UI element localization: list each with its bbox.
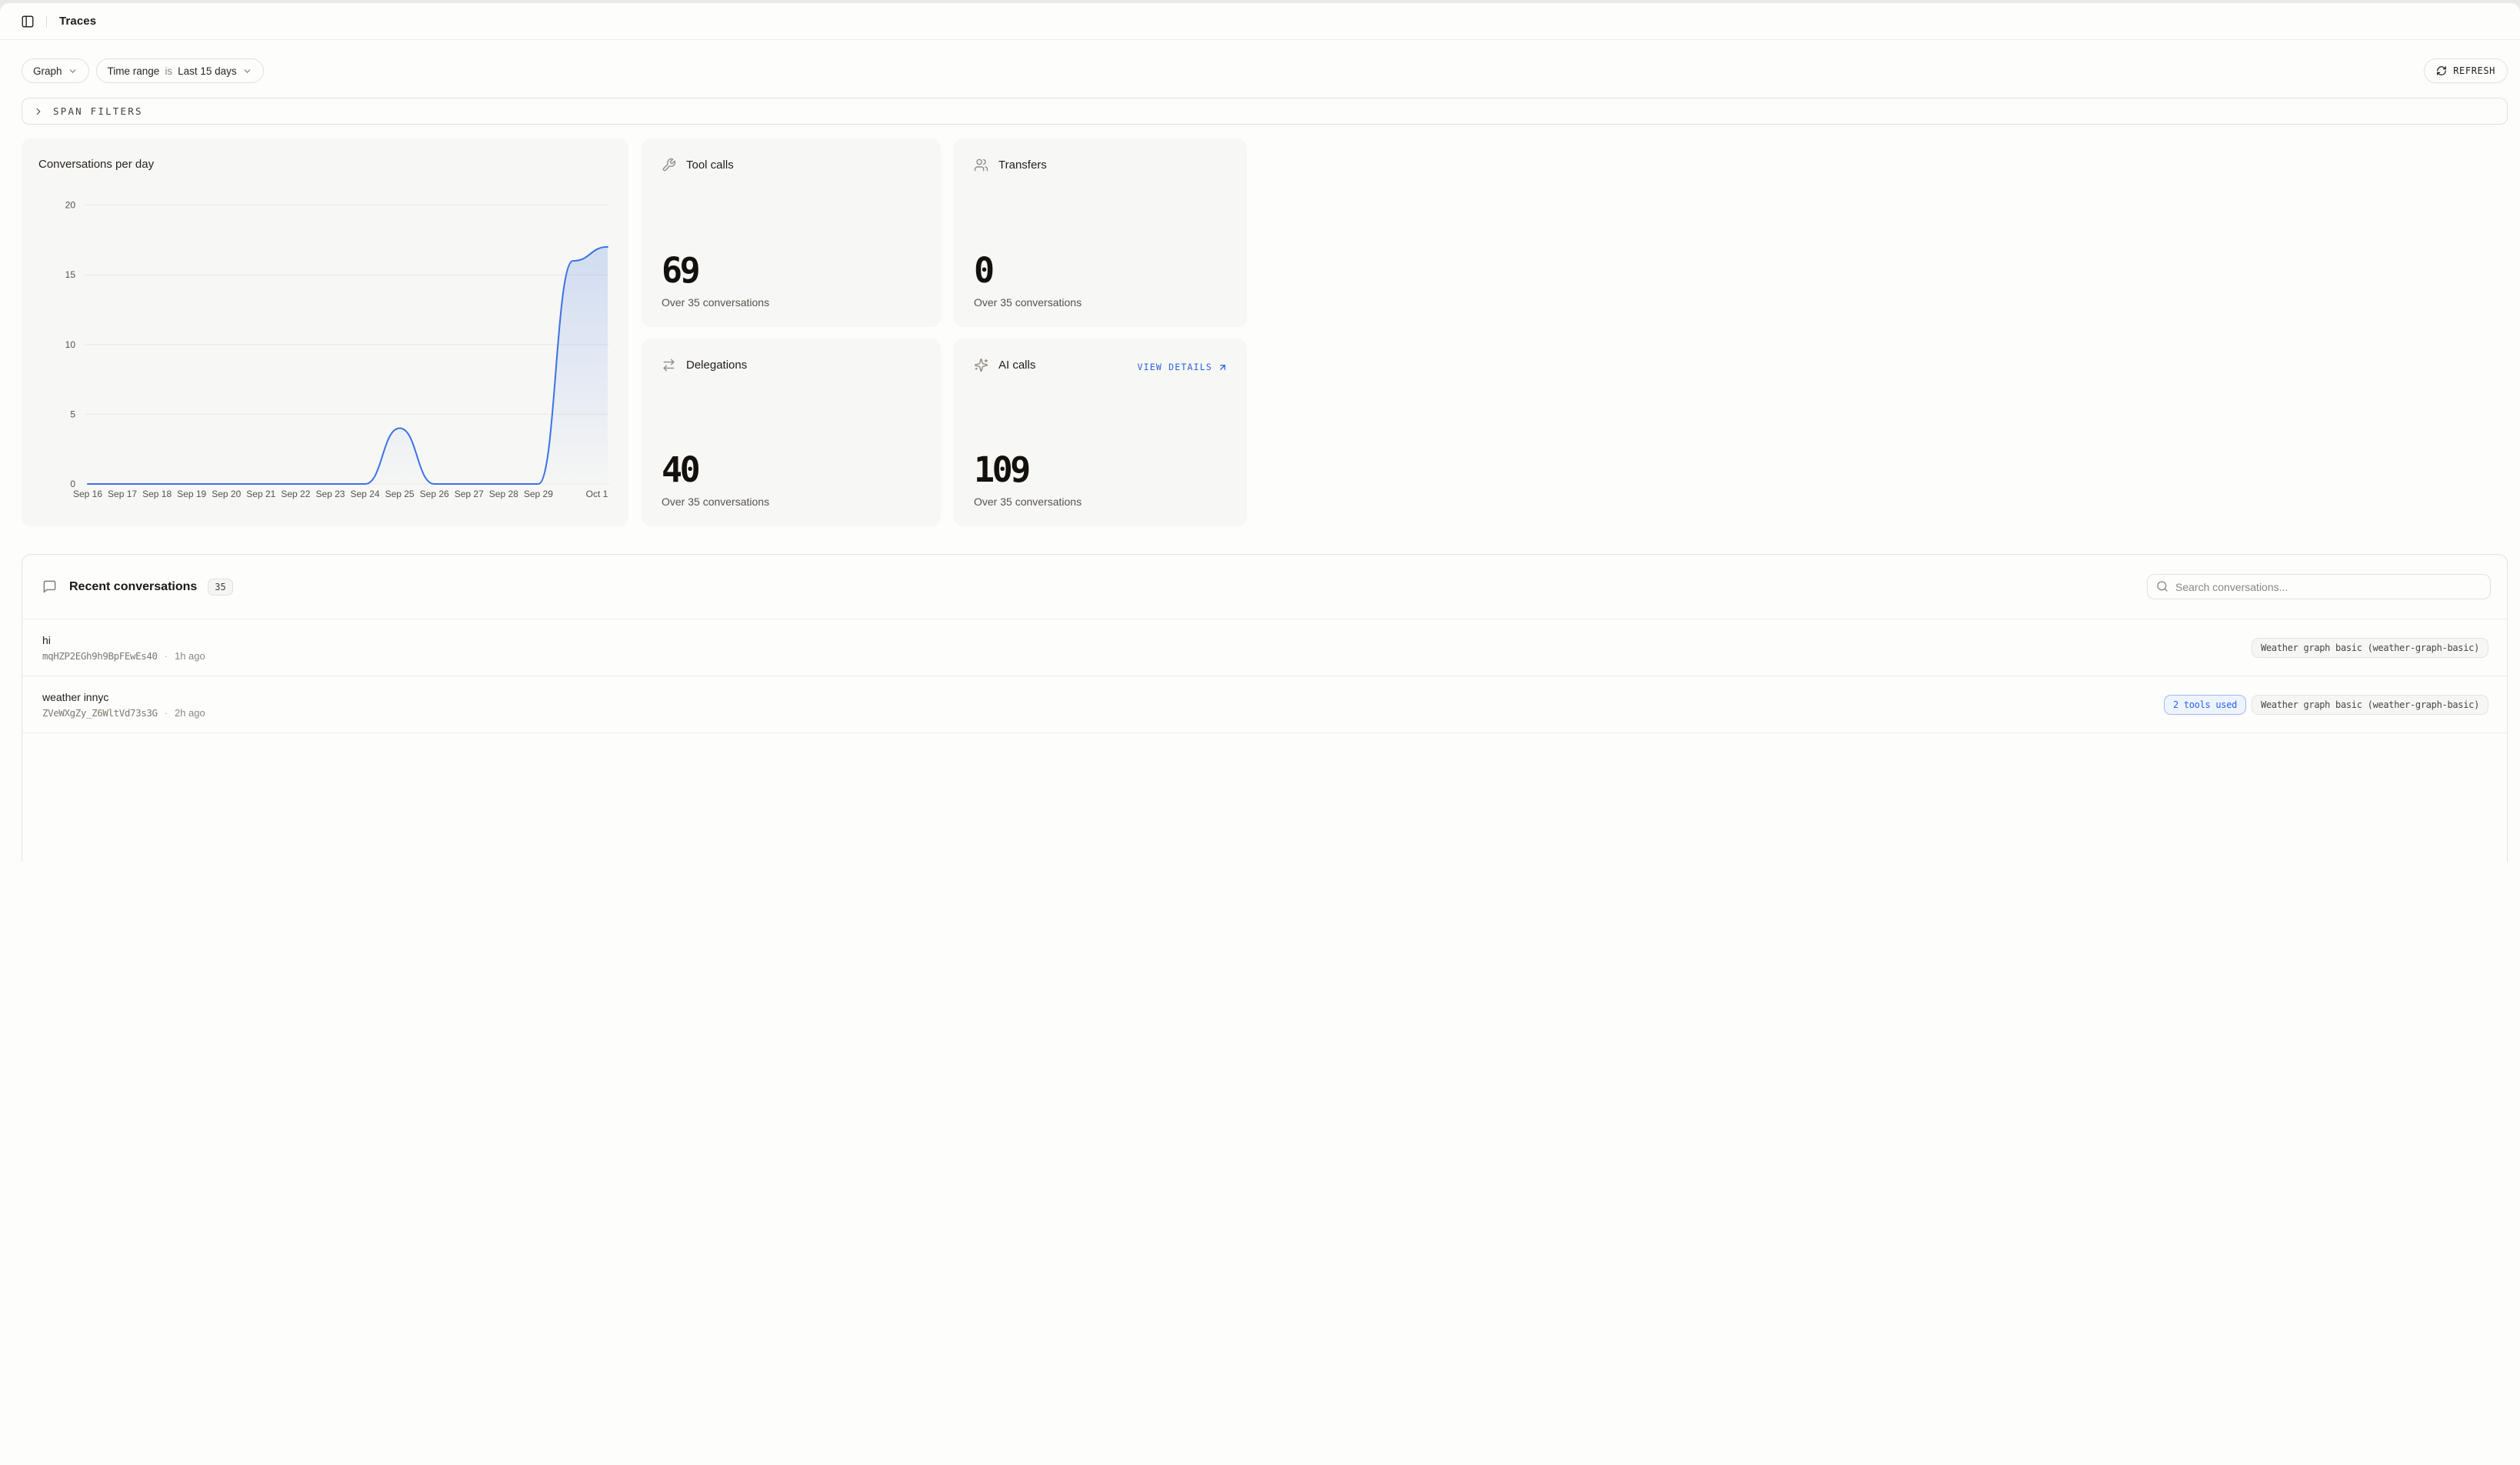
conversation-row[interactable]: hi mqHZP2EGh9h9BpFEwEs40 · 1h ago Weathe… bbox=[22, 619, 2507, 676]
svg-text:5: 5 bbox=[70, 409, 75, 419]
stat-card-subtitle: Over 35 conversations bbox=[974, 296, 1227, 309]
span-filters-label: SPAN FILTERS bbox=[53, 105, 143, 117]
svg-text:Sep 23: Sep 23 bbox=[315, 489, 345, 499]
conversation-count-badge: 35 bbox=[208, 579, 232, 596]
time-range-value: Last 15 days bbox=[178, 65, 237, 77]
tools-used-badge: 2 tools used bbox=[2164, 695, 2246, 715]
arrow-up-right-icon bbox=[1218, 362, 1228, 372]
graph-dropdown-label: Graph bbox=[33, 65, 62, 77]
svg-text:15: 15 bbox=[65, 269, 76, 280]
svg-text:0: 0 bbox=[70, 479, 75, 489]
stat-card-subtitle: Over 35 conversations bbox=[974, 496, 1227, 508]
time-range-filter[interactable]: Time range is Last 15 days bbox=[96, 58, 264, 83]
top-header: Traces bbox=[0, 3, 2520, 40]
svg-text:Sep 19: Sep 19 bbox=[177, 489, 206, 499]
svg-text:20: 20 bbox=[65, 200, 76, 211]
meta-separator: · bbox=[165, 650, 168, 662]
svg-text:Sep 27: Sep 27 bbox=[455, 489, 484, 499]
view-details-label: VIEW DETAILS bbox=[1138, 362, 1212, 372]
stat-card-value: 109 bbox=[974, 454, 1227, 487]
chevron-down-icon bbox=[242, 66, 252, 76]
svg-text:Sep 24: Sep 24 bbox=[351, 489, 380, 499]
chevron-down-icon bbox=[68, 66, 78, 76]
svg-text:Sep 25: Sep 25 bbox=[385, 489, 415, 499]
refresh-label: REFRESH bbox=[2453, 65, 2495, 76]
agent-badge: Weather graph basic (weather-graph-basic… bbox=[2252, 638, 2488, 658]
stat-card-title: Delegations bbox=[686, 359, 747, 372]
stat-card-value: 0 bbox=[974, 255, 1227, 288]
svg-text:Sep 21: Sep 21 bbox=[246, 489, 275, 499]
time-range-field: Time range bbox=[108, 65, 160, 77]
time-range-operator: is bbox=[165, 65, 172, 77]
recent-conversations-title: Recent conversations bbox=[69, 580, 197, 594]
conversation-time: 2h ago bbox=[175, 707, 205, 719]
stat-card-title: Tool calls bbox=[686, 159, 734, 172]
header-divider bbox=[46, 15, 47, 28]
stat-card-delegations: Delegations 40 Over 35 conversations bbox=[642, 339, 941, 526]
agent-badge: Weather graph basic (weather-graph-basic… bbox=[2252, 695, 2488, 715]
refresh-button[interactable]: REFRESH bbox=[2424, 58, 2508, 83]
conversations-chart-card: Conversations per day 20151050Sep 16Sep … bbox=[22, 138, 628, 526]
svg-text:Sep 16: Sep 16 bbox=[73, 489, 102, 499]
conversation-title: hi bbox=[42, 634, 205, 646]
graph-type-dropdown[interactable]: Graph bbox=[22, 58, 89, 83]
recent-conversations-card: Recent conversations 35 hi mqHZP2EGh9h9B… bbox=[22, 554, 2508, 862]
conversation-id: ZVeWXgZy_Z6WltVd73s3G bbox=[42, 707, 158, 719]
sidebar-toggle-button[interactable] bbox=[17, 11, 38, 32]
stat-card-transfers: Transfers 0 Over 35 conversations bbox=[954, 138, 1247, 327]
svg-text:Sep 20: Sep 20 bbox=[212, 489, 241, 499]
svg-text:Sep 18: Sep 18 bbox=[142, 489, 172, 499]
sparkles-icon bbox=[974, 358, 988, 372]
content-sheet: Traces Graph Time range is Last 15 days bbox=[0, 3, 2520, 1465]
stat-card-title: AI calls bbox=[998, 359, 1035, 372]
arrows-swap-icon bbox=[662, 358, 676, 372]
meta-separator: · bbox=[165, 707, 168, 719]
page-title: Traces bbox=[59, 15, 96, 28]
conversation-row[interactable] bbox=[22, 732, 2507, 736]
traces-page: { "header": { "title": "Traces" }, "tool… bbox=[0, 0, 1260, 732]
conversation-row[interactable]: weather innyc ZVeWXgZy_Z6WltVd73s3G · 2h… bbox=[22, 676, 2507, 732]
users-icon bbox=[974, 158, 988, 172]
search-conversations-input[interactable] bbox=[2147, 574, 2491, 599]
span-filters-toggle[interactable]: SPAN FILTERS bbox=[22, 98, 2508, 125]
stat-card-subtitle: Over 35 conversations bbox=[662, 496, 921, 508]
stat-card-tool-calls: Tool calls 69 Over 35 conversations bbox=[642, 138, 941, 327]
stat-card-value: 40 bbox=[662, 454, 921, 487]
chevron-right-icon bbox=[33, 106, 44, 117]
refresh-icon bbox=[2436, 65, 2447, 76]
svg-text:Sep 28: Sep 28 bbox=[489, 489, 518, 499]
conversations-area-chart: 20 15 10 5 0Sep 16 Sep 17 Sep 18 Sep 19 Sep 20 Se… bbox=[22, 138, 628, 526]
stat-card-title: Transfers bbox=[998, 159, 1047, 172]
svg-text:Sep 26: Sep 26 bbox=[420, 489, 449, 499]
metrics-grid: Conversations per day 20151050Sep 16Sep … bbox=[22, 138, 2508, 526]
search-conversations bbox=[2147, 574, 2491, 599]
stat-card-value: 69 bbox=[662, 255, 921, 288]
filters-toolbar: Graph Time range is Last 15 days REFRESH bbox=[22, 58, 2508, 83]
conversation-title: weather innyc bbox=[42, 691, 205, 703]
panel-left-icon bbox=[21, 15, 35, 28]
svg-text:Oct 1: Oct 1 bbox=[586, 489, 608, 499]
svg-text:Sep 17: Sep 17 bbox=[108, 489, 137, 499]
recent-conversations-header: Recent conversations 35 bbox=[22, 555, 2507, 619]
conversation-id: mqHZP2EGh9h9BpFEwEs40 bbox=[42, 650, 158, 662]
stat-card-subtitle: Over 35 conversations bbox=[662, 296, 921, 309]
wrench-icon bbox=[662, 158, 676, 172]
message-square-icon bbox=[42, 579, 57, 594]
svg-text:Sep 29: Sep 29 bbox=[524, 489, 553, 499]
stat-card-ai-calls: AI calls VIEW DETAILS 109 Over 35 conver… bbox=[954, 339, 1247, 526]
conversation-time: 1h ago bbox=[175, 650, 205, 662]
svg-text:10: 10 bbox=[65, 339, 76, 350]
svg-text:Sep 22: Sep 22 bbox=[281, 489, 310, 499]
view-details-link[interactable]: VIEW DETAILS bbox=[1138, 362, 1228, 372]
